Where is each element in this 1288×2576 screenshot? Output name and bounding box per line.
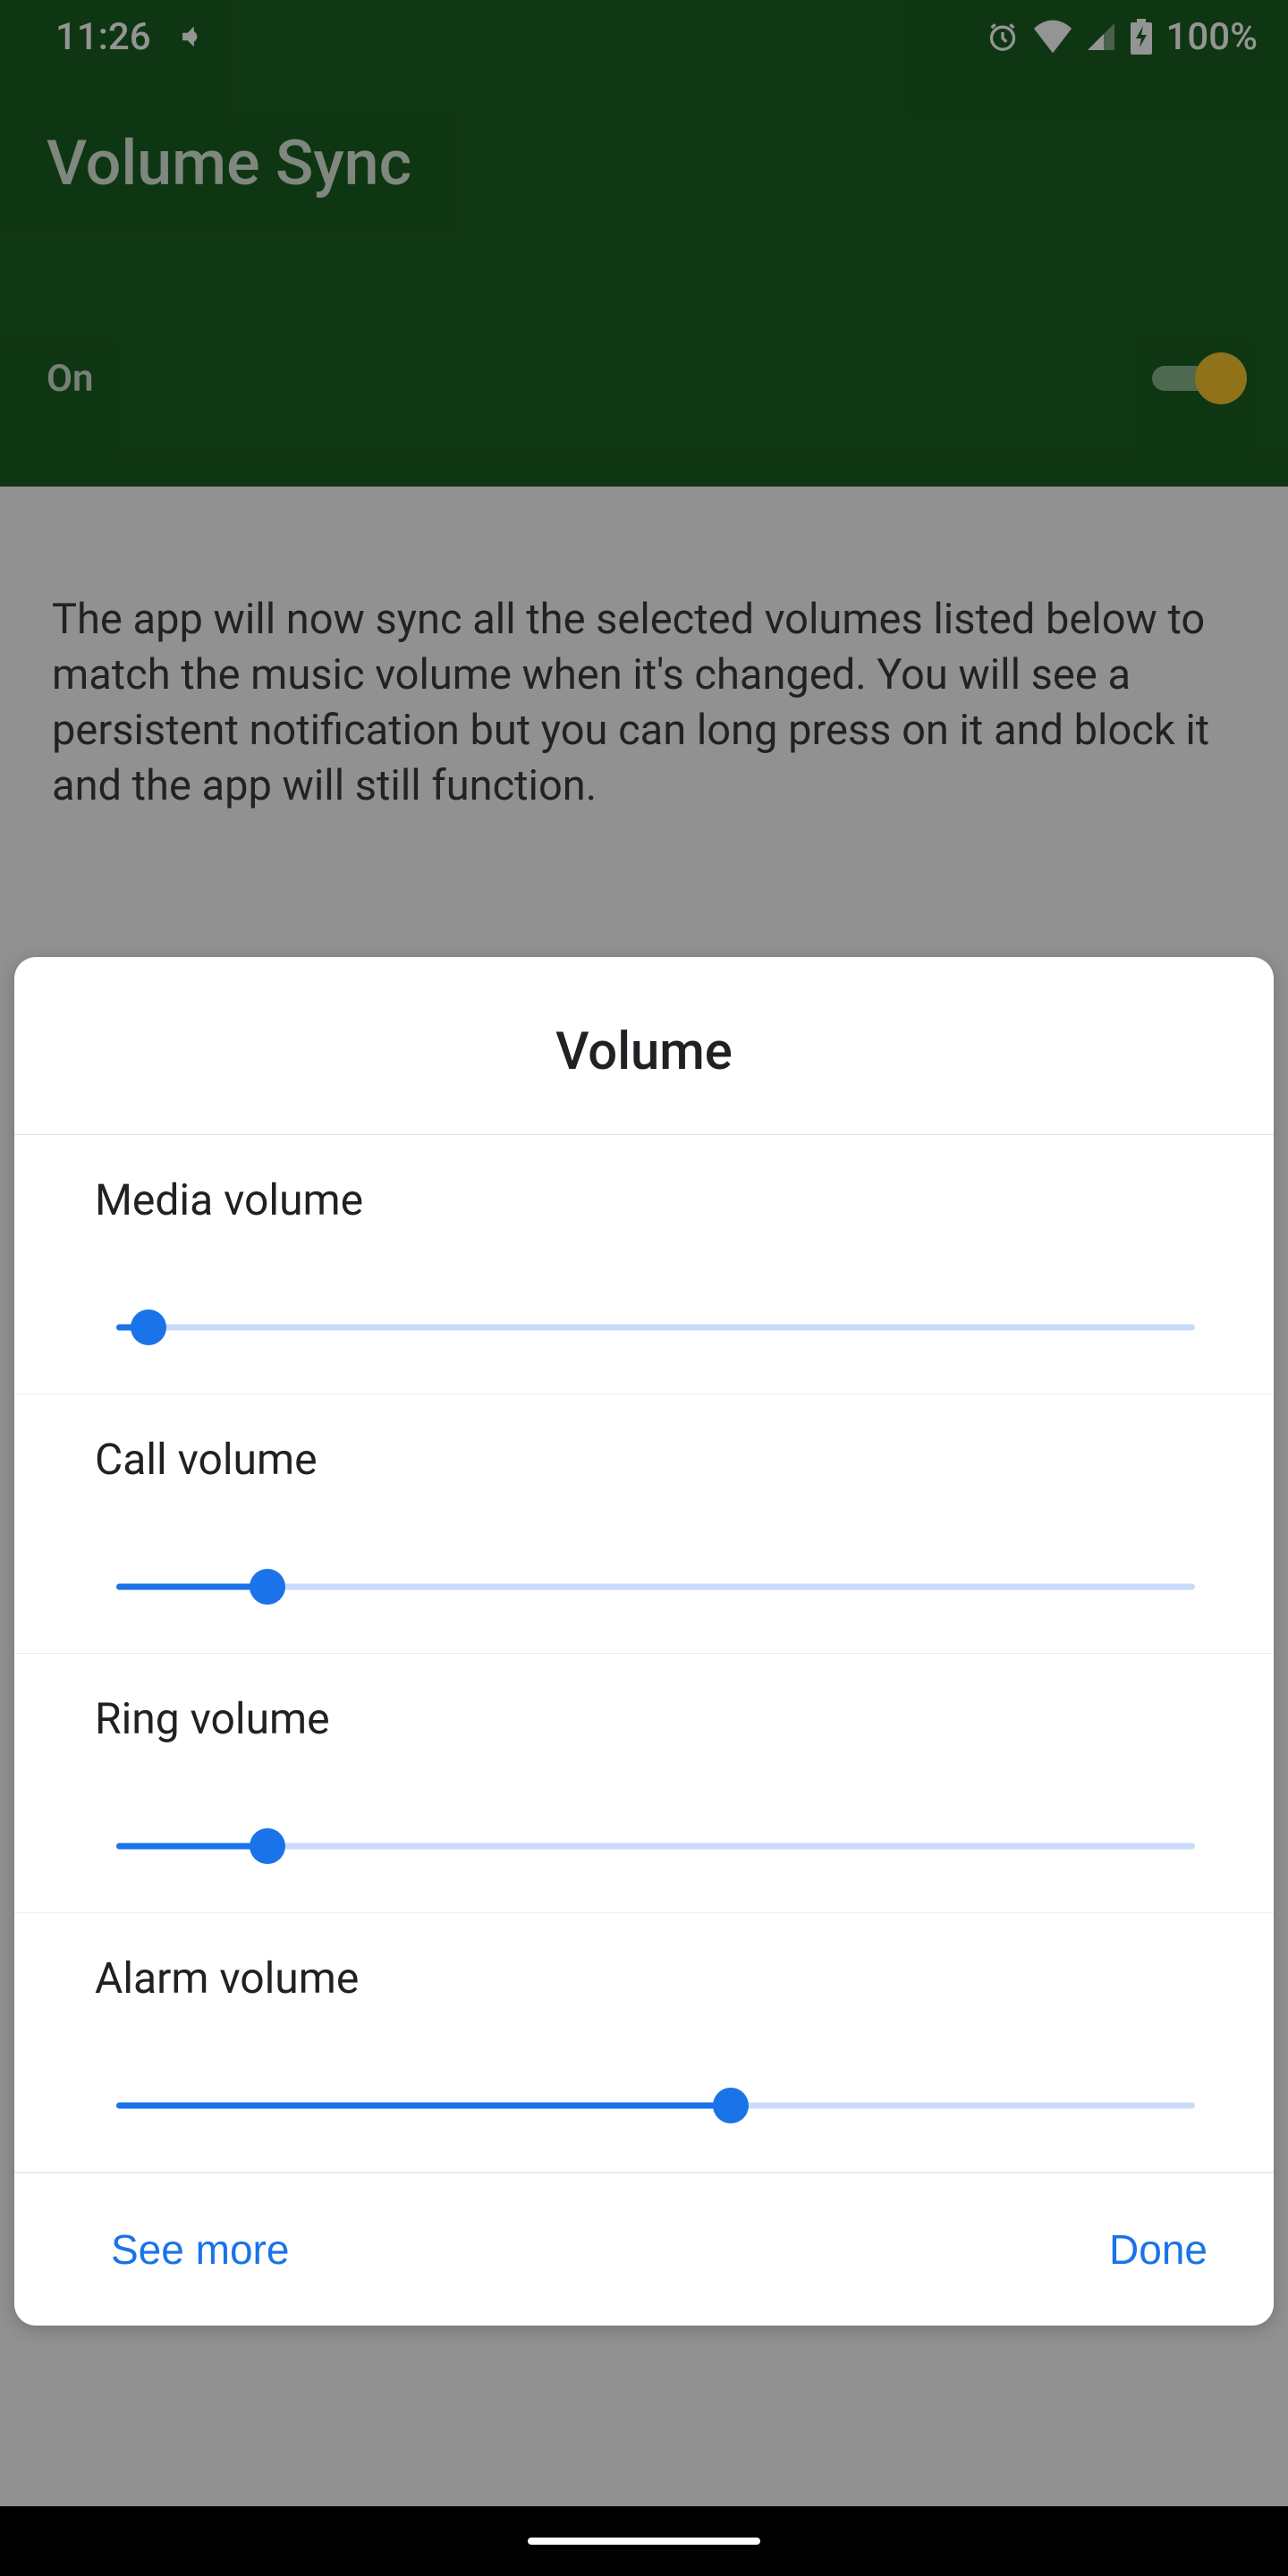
see-more-button[interactable]: See more <box>111 2225 289 2274</box>
gesture-handle[interactable] <box>528 2538 760 2545</box>
slider-label: Ring volume <box>95 1693 1216 1744</box>
system-nav-bar <box>0 2506 1288 2576</box>
slider-block-ring: Ring volume <box>14 1654 1274 1913</box>
slider-label: Media volume <box>95 1174 1216 1225</box>
alarm-volume-slider[interactable] <box>116 2089 1195 2122</box>
media-volume-slider[interactable] <box>116 1311 1195 1343</box>
slider-block-media: Media volume <box>14 1135 1274 1394</box>
call-volume-slider[interactable] <box>116 1571 1195 1603</box>
ring-volume-slider[interactable] <box>116 1830 1195 1862</box>
slider-block-alarm: Alarm volume <box>14 1913 1274 2173</box>
dialog-actions: See more Done <box>14 2173 1274 2326</box>
done-button[interactable]: Done <box>1109 2225 1208 2274</box>
volume-dialog: Volume Media volume Call volume Ring vol… <box>14 957 1274 2326</box>
slider-label: Alarm volume <box>95 1953 1216 2004</box>
slider-block-call: Call volume <box>14 1394 1274 1654</box>
slider-label: Call volume <box>95 1434 1216 1485</box>
dialog-title: Volume <box>14 957 1274 1134</box>
